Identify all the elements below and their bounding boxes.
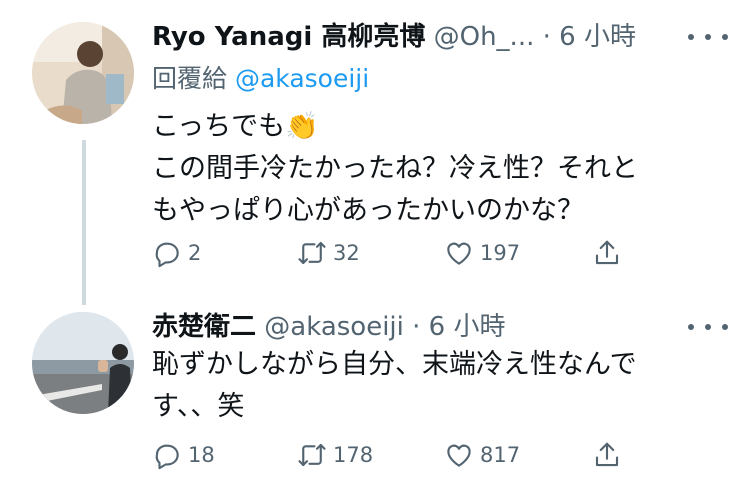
like-count: 197 [480, 241, 521, 265]
like-button[interactable]: 197 [444, 235, 520, 271]
share-button[interactable] [592, 235, 628, 271]
heart-icon [447, 242, 471, 265]
retweet-count: 32 [333, 241, 360, 265]
user-handle[interactable]: @Oh_... [434, 22, 535, 52]
retweet-icon [298, 241, 326, 265]
tweet-time[interactable]: · 6 小時 [412, 312, 505, 342]
share-icon [595, 442, 619, 467]
tweet-time[interactable]: · 6 小時 [543, 22, 636, 52]
reply-icon [155, 444, 179, 470]
tweet-text-line: もやっぱり心があったかいのかな？ [152, 195, 584, 226]
replying-handle-link[interactable]: @akasoeiji [235, 64, 369, 93]
avatar-ryo-yanagi[interactable] [32, 22, 134, 124]
share-icon [595, 240, 619, 265]
like-button[interactable]: 817 [444, 437, 520, 473]
retweet-button[interactable]: 32 [297, 235, 360, 271]
heart-icon [447, 444, 471, 467]
tweet-text: こっちでも👏 この間手冷たかったね？冷え性？それと もやっぱり心があったかいのか… [152, 106, 638, 232]
more-icon[interactable] [688, 317, 728, 337]
tweet-actions: 18 178 817 [152, 437, 632, 473]
replying-to: 回覆給 @akasoeiji [152, 62, 369, 96]
clapping-hands-emoji: 👏 [285, 111, 319, 142]
retweet-icon [298, 443, 326, 467]
reply-icon [155, 242, 179, 268]
tweet-header: Ryo Yanagi 高柳亮博 @Oh_... · 6 小時 [152, 20, 636, 54]
reply-count: 2 [188, 241, 202, 265]
reply-button[interactable]: 2 [152, 235, 201, 271]
tweet-text-line: す、、笑 [152, 391, 245, 422]
display-name[interactable]: Ryo Yanagi 高柳亮博 [152, 22, 425, 52]
share-button[interactable] [592, 437, 628, 473]
display-name[interactable]: 赤楚衛二 [152, 312, 256, 342]
like-count: 817 [480, 443, 521, 467]
tweet-text-line: 恥ずかしながら自分、末端冷え性なんで [152, 349, 637, 380]
reply-button[interactable]: 18 [152, 437, 215, 473]
tweet-actions: 2 32 197 [152, 235, 632, 271]
thread-connector-line [82, 140, 86, 305]
tweet-text-line: こっちでも👏 [152, 111, 319, 142]
retweet-count: 178 [333, 443, 374, 467]
replying-label: 回覆給 [152, 64, 228, 93]
tweet-text: 恥ずかしながら自分、末端冷え性なんで す、、笑 [152, 344, 637, 428]
avatar-akaso-eiji[interactable] [32, 312, 134, 414]
more-icon[interactable] [688, 27, 728, 47]
reply-count: 18 [188, 443, 215, 467]
retweet-button[interactable]: 178 [297, 437, 373, 473]
tweet-text-line: この間手冷たかったね？冷え性？それと [152, 153, 638, 184]
user-handle[interactable]: @akasoeiji [264, 312, 404, 342]
tweet-header: 赤楚衛二 @akasoeiji · 6 小時 [152, 310, 505, 344]
